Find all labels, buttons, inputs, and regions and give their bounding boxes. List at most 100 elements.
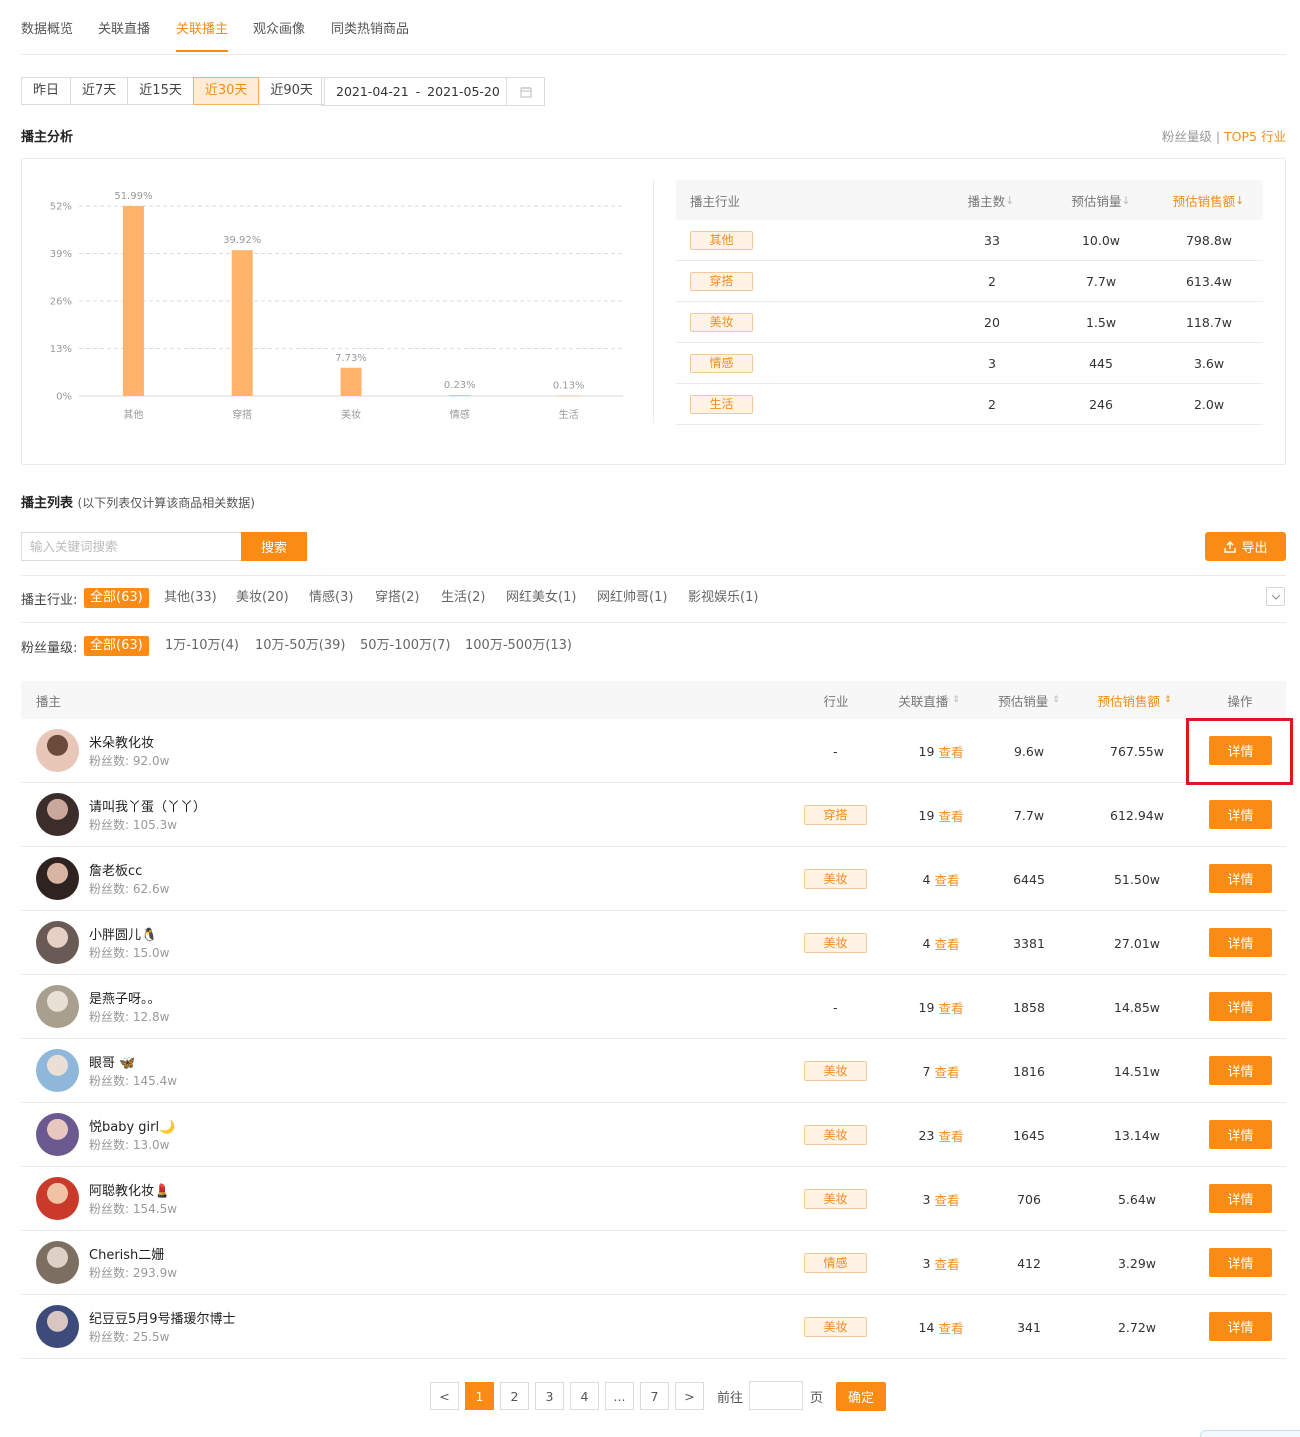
bar-生活[interactable] xyxy=(558,395,580,397)
bar-情感[interactable] xyxy=(449,395,471,396)
bar-其他[interactable] xyxy=(122,206,144,396)
streamer-name[interactable]: Cherish二姗 xyxy=(89,1244,164,1263)
search-input[interactable] xyxy=(21,532,242,561)
date-90d-button[interactable]: 近90天 xyxy=(258,77,325,105)
view-link[interactable]: 查看 xyxy=(938,1318,963,1337)
page-button[interactable]: 7 xyxy=(640,1382,669,1410)
view-link[interactable]: 查看 xyxy=(934,1062,959,1081)
industry-filter-option[interactable]: 情感(3) xyxy=(309,588,353,608)
date-7d-button[interactable]: 近7天 xyxy=(70,77,129,105)
col-sales[interactable]: 预估销量 ↓ xyxy=(1056,180,1146,220)
streamer-name[interactable]: 请叫我丫蛋（丫丫） xyxy=(89,796,206,815)
fans-filter-option[interactable]: 100万-500万(13) xyxy=(465,636,572,656)
chevron-down-icon[interactable] xyxy=(1266,587,1285,606)
streamer-name[interactable]: 眼哥 🦋 xyxy=(89,1052,135,1071)
avatar[interactable] xyxy=(36,921,79,964)
col-amount[interactable]: 预估销售额 ⇕ xyxy=(1087,681,1182,719)
prev-page-button[interactable]: < xyxy=(430,1382,459,1410)
view-link[interactable]: 查看 xyxy=(934,1190,959,1209)
page-button[interactable]: 2 xyxy=(500,1382,529,1410)
view-link[interactable]: 查看 xyxy=(934,934,959,953)
detail-button[interactable]: 详情 xyxy=(1209,928,1272,957)
detail-button[interactable]: 详情 xyxy=(1209,864,1272,893)
fans-filter-option[interactable]: 1万-10万(4) xyxy=(165,636,239,656)
divider xyxy=(21,575,1286,576)
industry-filter-option[interactable]: 网红美女(1) xyxy=(506,588,576,608)
fans-filter-option[interactable]: 全部(63) xyxy=(84,636,149,656)
col-count[interactable]: 播主数 ↓ xyxy=(946,180,1036,220)
bar-value-label: 39.92% xyxy=(223,235,261,246)
live-count: 19 xyxy=(918,999,935,1015)
avatar[interactable] xyxy=(36,729,79,772)
streamer-name[interactable]: 詹老板cc xyxy=(89,860,142,879)
avatar[interactable] xyxy=(36,1113,79,1156)
fans-filter-option[interactable]: 10万-50万(39) xyxy=(255,636,345,656)
industry-filter-option[interactable]: 网红帅哥(1) xyxy=(597,588,667,608)
detail-button[interactable]: 详情 xyxy=(1209,800,1272,829)
page-number-input[interactable] xyxy=(749,1381,803,1410)
search-button[interactable]: 搜索 xyxy=(241,532,307,561)
tab-related-live[interactable]: 关联直播 xyxy=(98,18,150,37)
fans-filter-option[interactable]: 50万-100万(7) xyxy=(360,636,450,656)
date-range-picker[interactable]: 2021-04-21 - 2021-05-20 xyxy=(321,77,545,106)
view-link[interactable]: 查看 xyxy=(934,1254,959,1273)
view-link[interactable]: 查看 xyxy=(938,742,963,761)
industry-filter-option[interactable]: 影视娱乐(1) xyxy=(688,588,758,608)
col-related-live[interactable]: 关联直播 ⇕ xyxy=(889,681,969,719)
toggle-top5-industry[interactable]: TOP5 行业 xyxy=(1224,129,1286,144)
related-live: 19 查看 xyxy=(901,975,981,1039)
tab-overview[interactable]: 数据概览 xyxy=(21,18,73,37)
industry-filter-option[interactable]: 穿搭(2) xyxy=(375,588,419,608)
date-15d-button[interactable]: 近15天 xyxy=(127,77,194,105)
streamer-name[interactable]: 小胖圆儿🐧 xyxy=(89,924,157,943)
date-30d-button[interactable]: 近30天 xyxy=(192,77,260,105)
streamer-name[interactable]: 悦baby girl🌙 xyxy=(89,1116,175,1135)
streamer-name[interactable]: 纪豆豆5月9号播瑗尔博士 xyxy=(89,1308,236,1327)
avatar[interactable] xyxy=(36,1177,79,1220)
streamer-name[interactable]: 米朵教化妆 xyxy=(89,732,154,751)
tab-related-streamers[interactable]: 关联播主 xyxy=(176,18,229,52)
industry-filter-option[interactable]: 全部(63) xyxy=(84,588,149,608)
next-page-button[interactable]: > xyxy=(675,1382,704,1410)
table-row: 悦baby girl🌙 粉丝数: 13.0w 美妆 23 查看 1645 13.14w 详情 xyxy=(21,1103,1286,1167)
detail-button[interactable]: 详情 xyxy=(1209,1184,1272,1213)
view-link[interactable]: 查看 xyxy=(938,806,963,825)
avatar[interactable] xyxy=(36,1305,79,1348)
detail-button[interactable]: 详情 xyxy=(1209,1120,1272,1149)
avatar[interactable] xyxy=(36,857,79,900)
page-button[interactable]: ... xyxy=(605,1382,634,1410)
streamer-name[interactable]: 阿聪教化妆💄 xyxy=(89,1180,170,1199)
industry-filter-option[interactable]: 美妆(20) xyxy=(236,588,289,608)
col-sales[interactable]: 预估销量 ⇕ xyxy=(989,681,1069,719)
est-sales: 1645 xyxy=(1013,1127,1045,1143)
industry-filter-option[interactable]: 生活(2) xyxy=(441,588,485,608)
page-button[interactable]: 3 xyxy=(535,1382,564,1410)
streamer-name[interactable]: 是燕子呀。。 xyxy=(89,988,161,1007)
detail-button[interactable]: 详情 xyxy=(1209,1312,1272,1341)
view-link[interactable]: 查看 xyxy=(938,1126,963,1145)
industry-filter-option[interactable]: 其他(33) xyxy=(164,588,217,608)
avatar[interactable] xyxy=(36,985,79,1028)
detail-button[interactable]: 详情 xyxy=(1209,992,1272,1021)
page-button[interactable]: 4 xyxy=(570,1382,599,1410)
tab-audience[interactable]: 观众画像 xyxy=(253,18,305,37)
bar-穿搭[interactable] xyxy=(231,250,253,396)
view-link[interactable]: 查看 xyxy=(934,870,959,889)
detail-button[interactable]: 详情 xyxy=(1209,1248,1272,1277)
export-button[interactable]: 导出 xyxy=(1205,532,1286,561)
tab-hot-products[interactable]: 同类热销商品 xyxy=(331,18,409,37)
detail-button[interactable]: 详情 xyxy=(1209,1056,1272,1085)
live-count: 19 xyxy=(918,807,935,823)
page-button[interactable]: 1 xyxy=(465,1382,494,1410)
avatar[interactable] xyxy=(36,1049,79,1092)
avatar[interactable] xyxy=(36,793,79,836)
col-amount[interactable]: 预估销售额 ↓ xyxy=(1161,180,1256,220)
calendar-icon[interactable] xyxy=(506,78,544,105)
view-link[interactable]: 查看 xyxy=(938,998,963,1017)
page-confirm-button[interactable]: 确定 xyxy=(836,1382,886,1411)
bar-美妆[interactable] xyxy=(340,367,362,396)
filter-industry-label: 播主行业: xyxy=(21,593,78,608)
toggle-fans-level[interactable]: 粉丝量级 xyxy=(1162,129,1212,144)
date-yesterday-button[interactable]: 昨日 xyxy=(21,77,72,105)
avatar[interactable] xyxy=(36,1241,79,1284)
